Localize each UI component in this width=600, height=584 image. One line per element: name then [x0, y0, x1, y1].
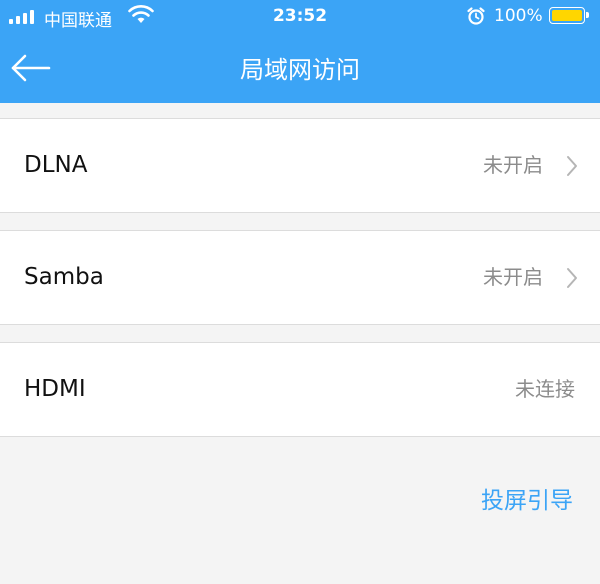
chevron-right-icon: [567, 268, 577, 288]
app-header: 中国联通 23:52 100% 局域网访问: [0, 0, 600, 103]
list-item-dlna[interactable]: DLNA 未开启: [0, 118, 600, 213]
status-bar: 中国联通 23:52 100%: [0, 0, 600, 34]
list-item-hdmi[interactable]: HDMI 未连接: [0, 342, 600, 437]
alarm-clock-icon: [467, 7, 485, 25]
item-label: HDMI: [24, 376, 86, 402]
item-label: Samba: [24, 264, 104, 290]
page-title: 局域网访问: [240, 56, 360, 84]
item-label: DLNA: [24, 152, 88, 178]
chevron-right-icon: [567, 156, 577, 176]
screen-cast-guide-link[interactable]: 投屏引导: [481, 481, 573, 515]
list-item-samba[interactable]: Samba 未开启: [0, 230, 600, 325]
item-status: 未开启: [483, 153, 543, 177]
item-status: 未开启: [483, 265, 543, 289]
battery-percentage: 100%: [494, 6, 543, 26]
item-status: 未连接: [515, 377, 575, 401]
battery-icon: [549, 7, 589, 24]
